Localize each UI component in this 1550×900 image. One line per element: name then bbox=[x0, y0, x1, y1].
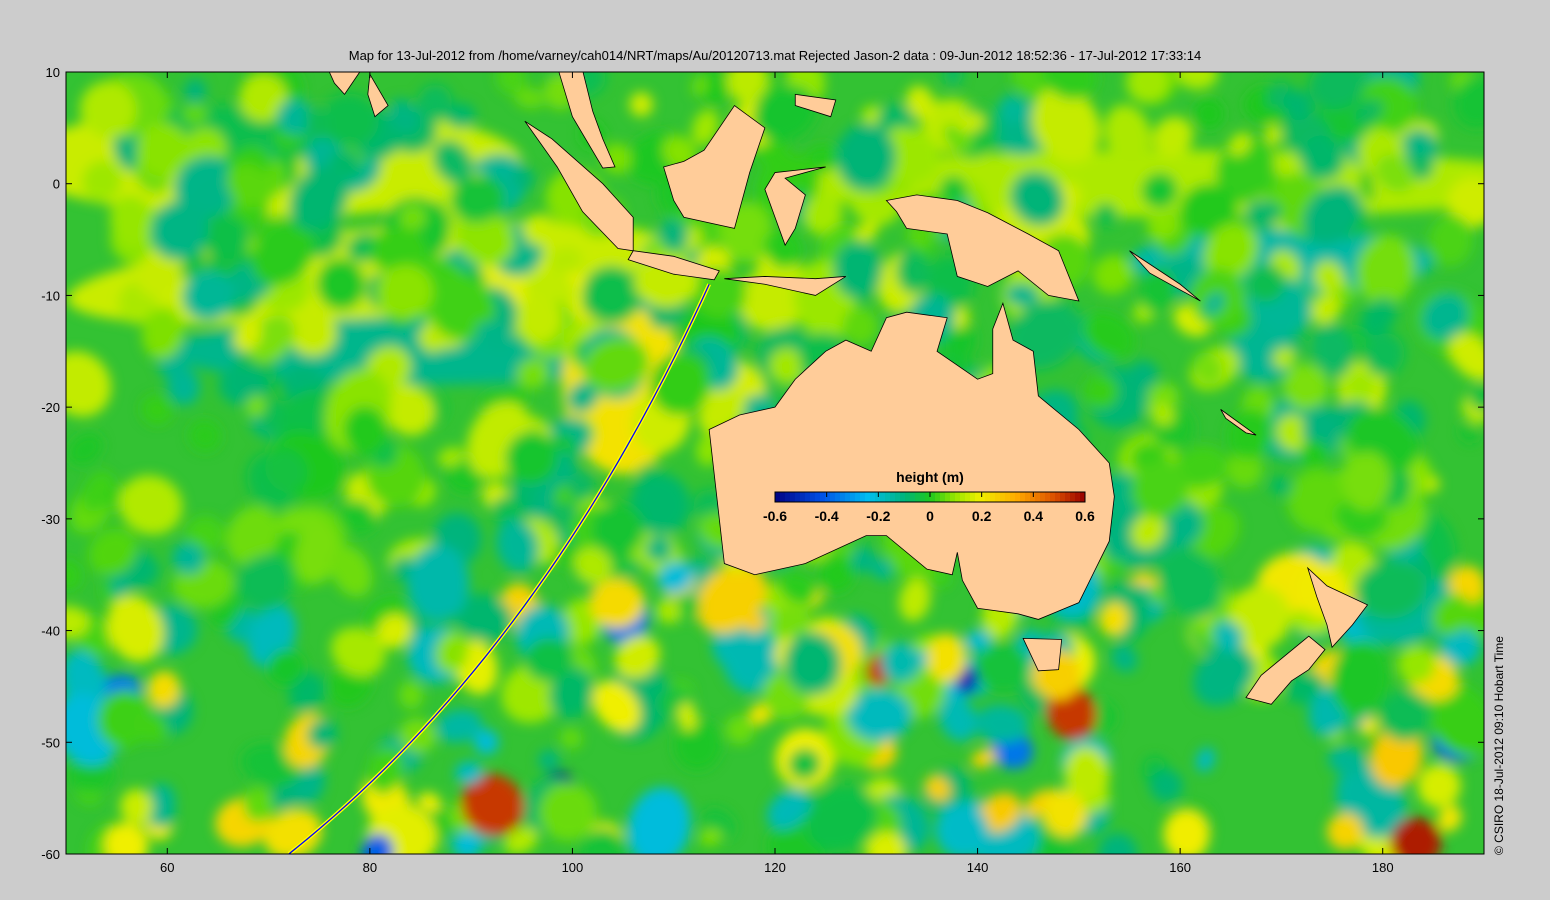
colorbar-swatch bbox=[780, 492, 786, 502]
x-tick-label: 140 bbox=[967, 860, 989, 875]
colorbar-swatch bbox=[1060, 492, 1066, 502]
colorbar-swatch bbox=[925, 492, 931, 502]
colorbar-swatch bbox=[1055, 492, 1061, 502]
colorbar-swatch bbox=[835, 492, 841, 502]
colorbar-swatch bbox=[1035, 492, 1041, 502]
y-tick-label: -30 bbox=[41, 512, 60, 527]
colorbar-swatch bbox=[1025, 492, 1031, 502]
colorbar-swatch bbox=[875, 492, 881, 502]
colorbar-tick-label: 0.2 bbox=[972, 508, 992, 524]
colorbar-swatch bbox=[1010, 492, 1016, 502]
colorbar-swatch bbox=[820, 492, 826, 502]
colorbar-swatch bbox=[965, 492, 971, 502]
x-tick-label: 100 bbox=[562, 860, 584, 875]
colorbar-swatch bbox=[840, 492, 846, 502]
colorbar-swatch bbox=[1005, 492, 1011, 502]
colorbar-swatch bbox=[790, 492, 796, 502]
colorbar-tick-label: 0 bbox=[926, 508, 934, 524]
x-tick-label: 120 bbox=[764, 860, 786, 875]
colorbar-tick-label: -0.2 bbox=[866, 508, 890, 524]
colorbar-swatch bbox=[1030, 492, 1036, 502]
colorbar-swatch bbox=[805, 492, 811, 502]
colorbar-tick-label: 0.6 bbox=[1075, 508, 1095, 524]
colorbar-swatch bbox=[1040, 492, 1046, 502]
y-tick-label: -40 bbox=[41, 624, 60, 639]
x-tick-label: 80 bbox=[363, 860, 377, 875]
colorbar-swatch bbox=[945, 492, 951, 502]
colorbar-label: height (m) bbox=[896, 469, 964, 485]
colorbar-swatch bbox=[1070, 492, 1076, 502]
colorbar-swatch bbox=[975, 492, 981, 502]
colorbar-swatch bbox=[850, 492, 856, 502]
colorbar-tick-label: 0.4 bbox=[1024, 508, 1044, 524]
colorbar-swatch bbox=[785, 492, 791, 502]
colorbar-swatch bbox=[960, 492, 966, 502]
colorbar-swatch bbox=[1015, 492, 1021, 502]
colorbar-swatch bbox=[845, 492, 851, 502]
colorbar-swatch bbox=[930, 492, 936, 502]
colorbar-swatch bbox=[855, 492, 861, 502]
y-tick-label: -60 bbox=[41, 847, 60, 862]
colorbar-swatch bbox=[890, 492, 896, 502]
colorbar-swatch bbox=[815, 492, 821, 502]
colorbar-swatch bbox=[955, 492, 961, 502]
colorbar-swatch bbox=[1020, 492, 1026, 502]
colorbar-swatch bbox=[915, 492, 921, 502]
colorbar-swatch bbox=[905, 492, 911, 502]
height-anomaly bbox=[120, 788, 153, 825]
colorbar-swatch bbox=[970, 492, 976, 502]
colorbar-swatch bbox=[800, 492, 806, 502]
colorbar-swatch bbox=[935, 492, 941, 502]
colorbar-swatch bbox=[860, 492, 866, 502]
colorbar-tick-label: -0.4 bbox=[815, 508, 839, 524]
colorbar-swatch bbox=[810, 492, 816, 502]
colorbar-swatch bbox=[825, 492, 831, 502]
colorbar-swatch bbox=[1065, 492, 1071, 502]
colorbar-swatch bbox=[990, 492, 996, 502]
colorbar-swatch bbox=[940, 492, 946, 502]
colorbar-swatch bbox=[1000, 492, 1006, 502]
height-anomaly bbox=[926, 633, 967, 683]
colorbar-swatch bbox=[1050, 492, 1056, 502]
colorbar-swatch bbox=[870, 492, 876, 502]
colorbar-swatch bbox=[985, 492, 991, 502]
colorbar-swatch bbox=[980, 492, 986, 502]
y-tick-label: 0 bbox=[53, 177, 60, 192]
colorbar-swatch bbox=[900, 492, 906, 502]
colorbar-swatch bbox=[775, 492, 781, 502]
colorbar-swatch bbox=[910, 492, 916, 502]
copyright-text: © CSIRO 18-Jul-2012 09:10 Hobart Time bbox=[1492, 636, 1506, 855]
y-tick-label: -20 bbox=[41, 400, 60, 415]
colorbar-swatch bbox=[885, 492, 891, 502]
colorbar-swatch bbox=[920, 492, 926, 502]
colorbar-swatch bbox=[865, 492, 871, 502]
colorbar-swatch bbox=[895, 492, 901, 502]
colorbar-swatch bbox=[1080, 492, 1086, 502]
x-tick-label: 160 bbox=[1169, 860, 1191, 875]
colorbar-swatch bbox=[830, 492, 836, 502]
colorbar-swatch bbox=[950, 492, 956, 502]
x-tick-label: 60 bbox=[160, 860, 174, 875]
colorbar-swatch bbox=[795, 492, 801, 502]
y-tick-label: -50 bbox=[41, 735, 60, 750]
y-tick-label: 10 bbox=[46, 65, 60, 80]
x-tick-label: 180 bbox=[1372, 860, 1394, 875]
colorbar-swatch bbox=[1075, 492, 1081, 502]
colorbar-swatch bbox=[995, 492, 1001, 502]
colorbar-swatch bbox=[880, 492, 886, 502]
y-tick-label: -10 bbox=[41, 288, 60, 303]
sea-level-map: 60 80 100 120 140 160 180 100-10-20-30-40-50-6… bbox=[41, 65, 1485, 875]
colorbar-tick-label: -0.6 bbox=[763, 508, 787, 524]
colorbar-swatch bbox=[1045, 492, 1051, 502]
